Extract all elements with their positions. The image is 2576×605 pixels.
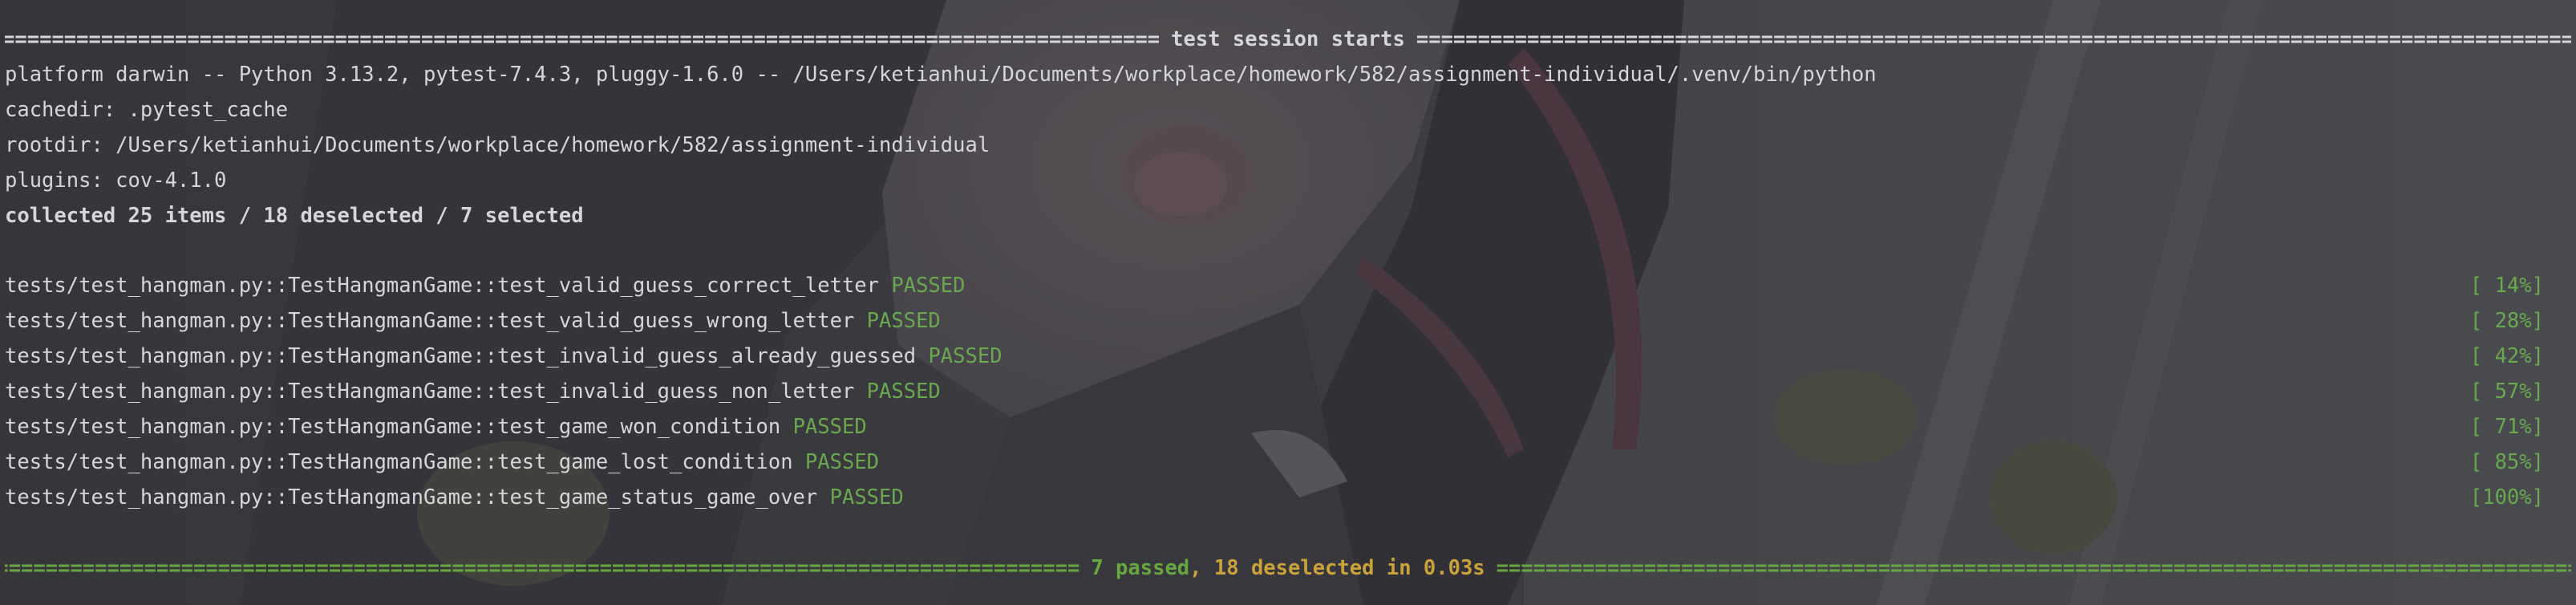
test-progress: [ 28%]: [2469, 309, 2544, 333]
summary-separator: ========================================…: [5, 550, 2571, 586]
test-progress: [ 57%]: [2469, 380, 2544, 404]
test-progress: [ 14%]: [2469, 274, 2544, 298]
session-start-separator: ========================================…: [5, 22, 2571, 57]
test-name: tests/test_hangman.py::TestHangmanGame::…: [5, 309, 855, 333]
test-progress: [ 85%]: [2469, 450, 2544, 474]
test-name: tests/test_hangman.py::TestHangmanGame::…: [5, 344, 917, 368]
test-result-row: tests/test_hangman.py::TestHangmanGame::…: [5, 374, 941, 409]
test-progress: [ 42%]: [2469, 344, 2544, 368]
test-result-row: tests/test_hangman.py::TestHangmanGame::…: [5, 268, 966, 303]
cachedir-line: cachedir: .pytest_cache: [5, 98, 289, 122]
test-name: tests/test_hangman.py::TestHangmanGame::…: [5, 415, 781, 439]
test-status: PASSED: [928, 344, 1002, 368]
test-status: PASSED: [804, 450, 880, 474]
summary-deselected: 18 deselected: [1213, 556, 1375, 580]
test-name: tests/test_hangman.py::TestHangmanGame::…: [5, 380, 855, 404]
summary-passed: 7 passed: [1091, 556, 1190, 580]
test-result-row: tests/test_hangman.py::TestHangmanGame::…: [5, 409, 867, 445]
test-result-row: tests/test_hangman.py::TestHangmanGame::…: [5, 303, 941, 339]
test-progress: [100%]: [2469, 485, 2544, 510]
separator-right-equals: ========================================…: [1496, 556, 2571, 580]
test-status: PASSED: [866, 309, 941, 333]
separator-left-equals: ========================================…: [5, 27, 1160, 51]
test-status: PASSED: [792, 415, 867, 439]
test-result-row: tests/test_hangman.py::TestHangmanGame::…: [5, 480, 904, 515]
session-start-title: test session starts: [1171, 27, 1405, 51]
plugins-line: plugins: cov-4.1.0: [5, 169, 227, 193]
collected-line: collected 25 items / 18 deselected / 7 s…: [5, 204, 584, 228]
terminal-output: ========================================…: [0, 0, 2576, 605]
test-status: PASSED: [891, 274, 966, 298]
summary-comma: ,: [1189, 556, 1202, 580]
test-progress: [ 71%]: [2469, 415, 2544, 439]
test-result-row: tests/test_hangman.py::TestHangmanGame::…: [5, 445, 879, 480]
test-status: PASSED: [866, 380, 941, 404]
separator-left-equals: ========================================…: [5, 556, 1080, 580]
test-name: tests/test_hangman.py::TestHangmanGame::…: [5, 274, 880, 298]
rootdir-line: rootdir: /Users/ketianhui/Documents/work…: [5, 133, 990, 157]
test-name: tests/test_hangman.py::TestHangmanGame::…: [5, 485, 818, 510]
test-result-row: tests/test_hangman.py::TestHangmanGame::…: [5, 339, 1002, 374]
test-status: PASSED: [829, 485, 904, 510]
platform-line: platform darwin -- Python 3.13.2, pytest…: [5, 63, 1877, 87]
summary-text: 7 passed, 18 deselected in 0.03s: [1079, 550, 1496, 586]
separator-right-equals: ========================================…: [1416, 27, 2572, 51]
test-name: tests/test_hangman.py::TestHangmanGame::…: [5, 450, 793, 474]
summary-duration: in 0.03s: [1386, 556, 1485, 580]
